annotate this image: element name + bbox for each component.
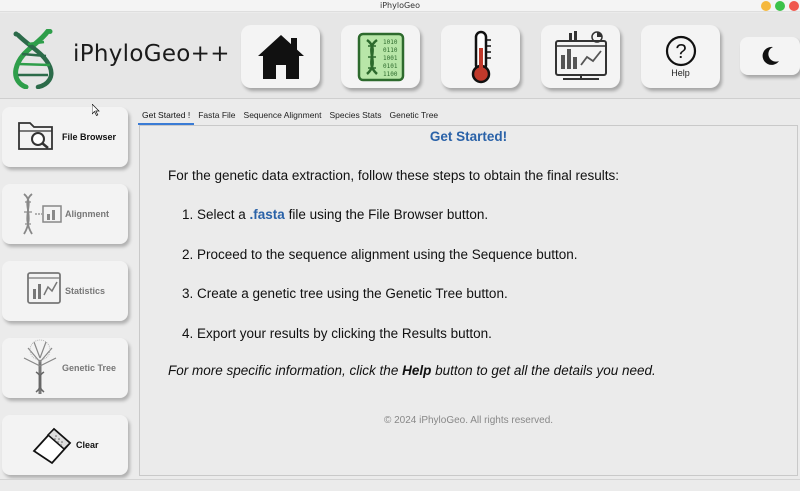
dark-mode-toggle[interactable] (740, 37, 800, 75)
window-title: iPhyloGeo (380, 1, 420, 10)
genetic-tree-label: Genetic Tree (62, 363, 117, 373)
help-icon: ? (665, 35, 696, 67)
statistics-label: Statistics (65, 286, 106, 296)
svg-text:1010: 1010 (383, 39, 398, 46)
climate-button[interactable] (441, 25, 520, 88)
sidebar: File Browser Alignment Statistics Geneti… (0, 100, 136, 491)
step-4: 4. Export your results by clicking the R… (182, 325, 492, 341)
help-label: Help (671, 68, 690, 78)
svg-text:1100: 1100 (383, 71, 398, 78)
help-note: For more specific information, click the… (168, 363, 656, 378)
eraser-icon (32, 427, 72, 465)
get-started-panel: Get Started! For the genetic data extrac… (139, 125, 798, 476)
alignment-label: Alignment (65, 209, 109, 219)
statistics-icon (27, 272, 61, 304)
step-1-pre: 1. Select a (182, 207, 250, 222)
sequence-button[interactable]: 1010 0110 1001 0101 1100 (341, 25, 420, 88)
steps-list: 1. Select a .fasta file using the File B… (182, 207, 578, 365)
panel-title: Get Started! (429, 129, 508, 144)
svg-text:1001: 1001 (383, 55, 398, 62)
status-strip (0, 479, 800, 491)
home-button[interactable] (241, 25, 320, 88)
close-button[interactable] (789, 1, 799, 11)
home-icon (257, 34, 304, 79)
genetic-tree-icon (23, 339, 57, 394)
step-1: 1. Select a .fasta file using the File B… (182, 207, 578, 247)
mouse-cursor-icon (92, 104, 100, 116)
help-glyph: ? (675, 41, 686, 63)
minimize-button[interactable] (761, 1, 771, 11)
clear-label: Clear (76, 440, 99, 450)
svg-text:0110: 0110 (383, 47, 398, 54)
tab-bar: Get Started ! Fasta File Sequence Alignm… (138, 108, 442, 125)
help-button[interactable]: ? Help (641, 25, 720, 88)
alignment-button[interactable]: Alignment (2, 184, 128, 244)
note-pre: For more specific information, click the (168, 363, 403, 378)
dna-logo-icon (13, 29, 54, 89)
tab-fasta-file[interactable]: Fasta File (194, 108, 239, 125)
tab-genetic-tree[interactable]: Genetic Tree (386, 108, 443, 125)
title-bar: iPhyloGeo (0, 0, 800, 12)
clear-button[interactable]: Clear (2, 415, 128, 475)
dna-sequence-icon: 1010 0110 1001 0101 1100 (357, 32, 404, 81)
tab-sequence-alignment[interactable]: Sequence Alignment (240, 108, 326, 125)
note-post: button to get all the details you need. (431, 363, 656, 378)
dna-alignment-icon (23, 193, 62, 235)
tab-species-stats[interactable]: Species Stats (326, 108, 386, 125)
fasta-highlight: .fasta (249, 207, 285, 222)
header-bar: iPhyloGeo++ 1010 0110 1001 0101 1100 ? H… (0, 13, 800, 99)
step-3: 3. Create a genetic tree using the Genet… (182, 286, 508, 301)
maximize-button[interactable] (775, 1, 785, 11)
file-browser-button[interactable]: File Browser (2, 107, 128, 167)
copyright-footer: © 2024 iPhyloGeo. All rights reserved. (383, 415, 554, 426)
note-help-bold: Help (402, 363, 432, 378)
svg-text:0101: 0101 (383, 63, 398, 70)
genetic-tree-button[interactable]: Genetic Tree (2, 338, 128, 398)
moon-icon (762, 46, 779, 65)
step-2: 2. Proceed to the sequence alignment usi… (182, 246, 578, 262)
thermometer-icon (471, 30, 491, 83)
intro-text: For the genetic data extraction, follow … (168, 168, 620, 183)
file-browser-label: File Browser (62, 132, 117, 142)
app-window: iPhyloGeo iPhyloGeo++ 1010 0110 1001 010… (0, 0, 800, 491)
folder-search-icon (18, 122, 53, 150)
app-title: iPhyloGeo++ (73, 41, 230, 67)
tab-get-started[interactable]: Get Started ! (138, 108, 195, 125)
step-1-post: file using the File Browser button. (284, 207, 489, 222)
statistics-dashboard-icon (554, 30, 607, 80)
statistics-button[interactable]: Statistics (2, 261, 128, 321)
statistics-dashboard-button[interactable] (541, 25, 620, 88)
